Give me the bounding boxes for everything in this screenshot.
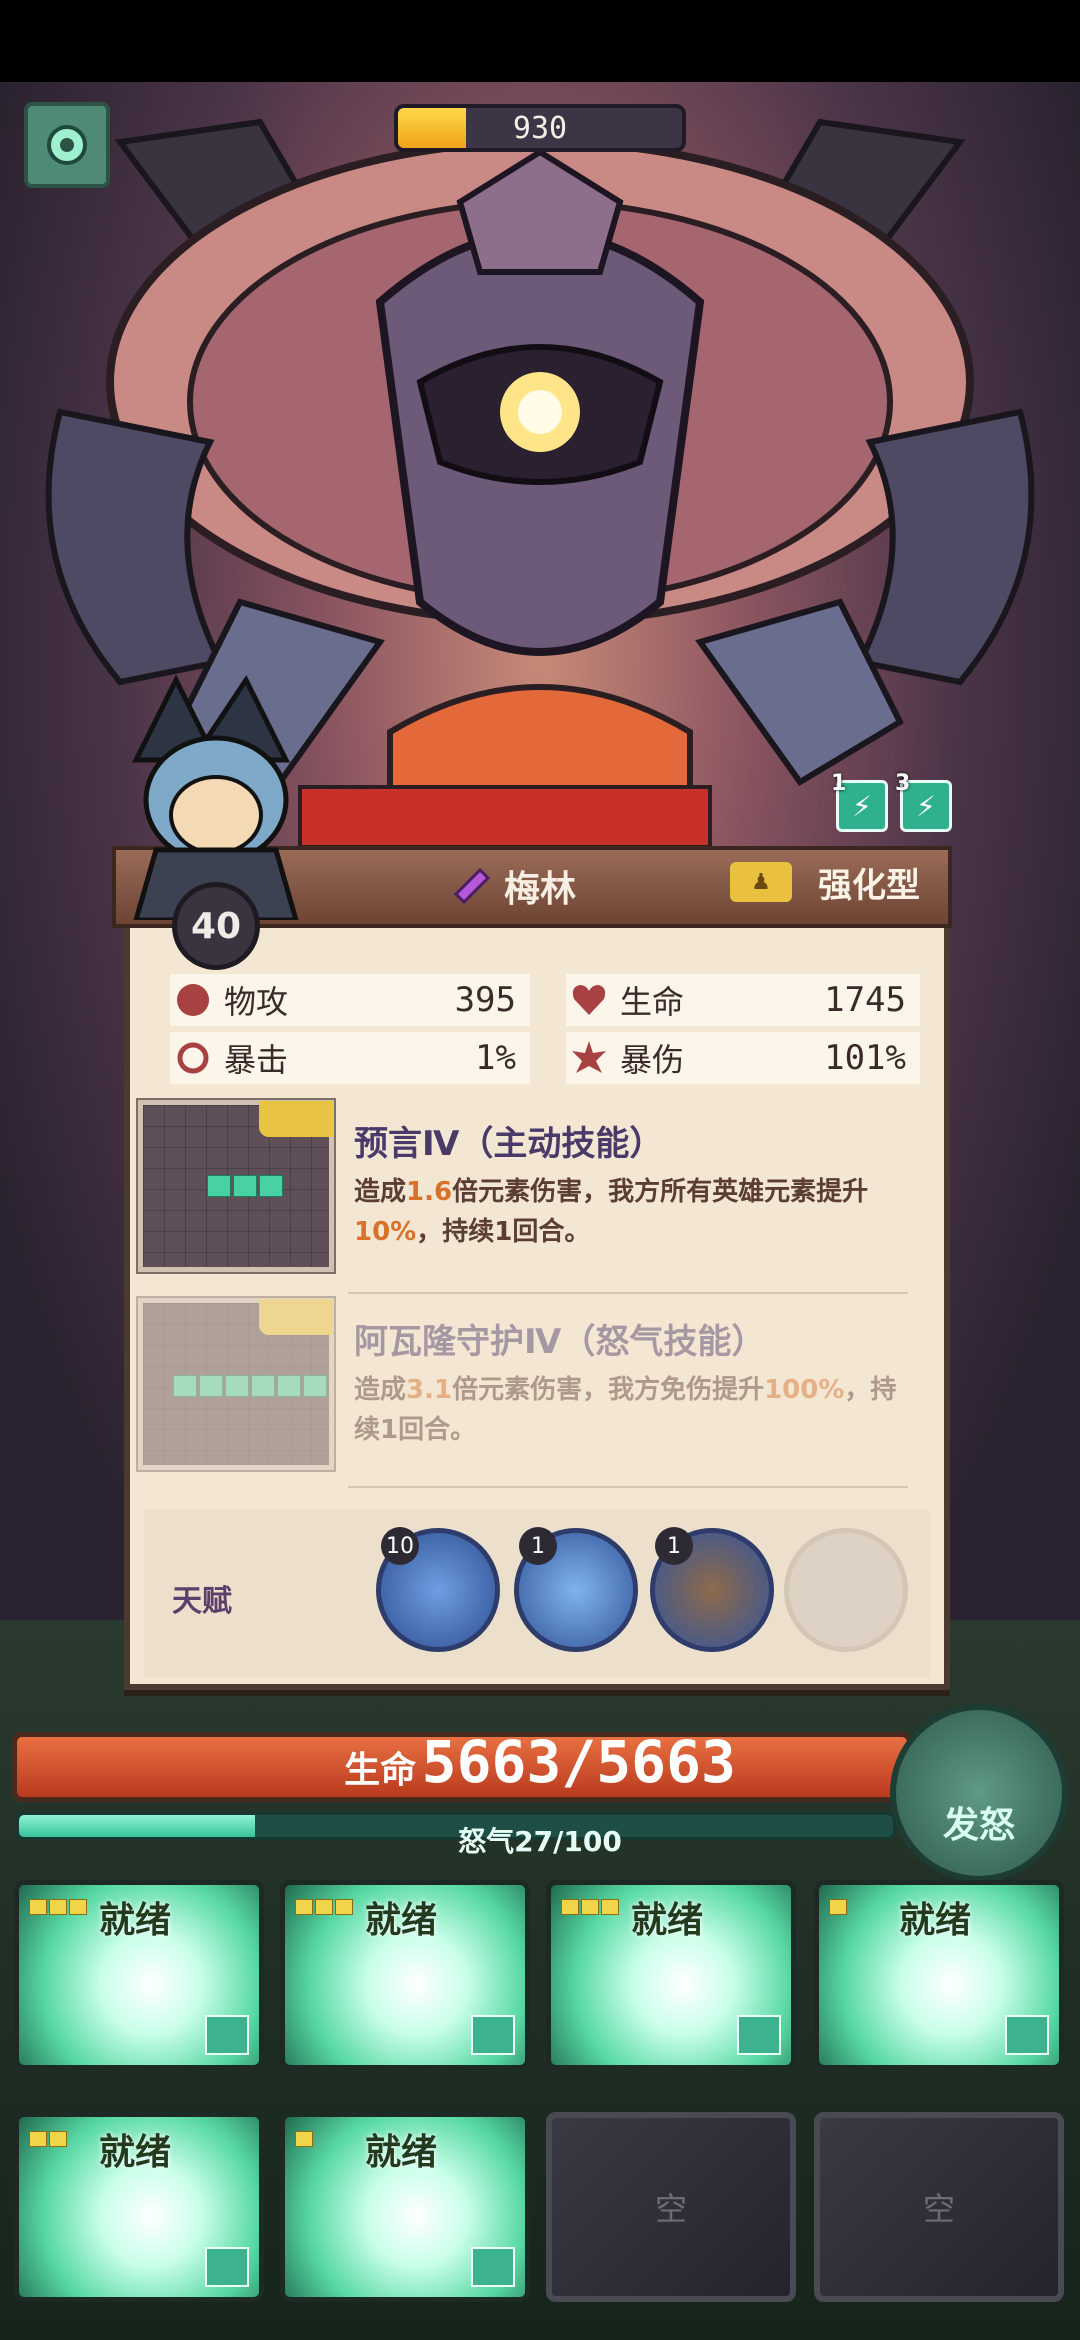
slot-shape-icon [29,2131,67,2147]
skill-icon [205,2247,249,2287]
stat-label: 物攻 [224,983,289,1021]
skill-2-thumbnail[interactable] [136,1296,336,1472]
desc-highlight: 10% [354,1217,417,1247]
boss-hp-bar: 930 [394,104,686,152]
boss-hp-value: 930 [512,110,568,146]
slot-shape-icon [295,1899,353,1915]
desc-highlight: 1.6 [406,1177,453,1207]
stat-value: 1% [475,1038,516,1078]
desc-text: 倍元素伤害，我方免伤提升 [452,1375,765,1405]
skill-icon [205,2015,249,2055]
desc-highlight: 100% [764,1375,845,1405]
skill-tag-icon [259,1101,333,1137]
skill-1-description: 造成1.6倍元素伤害，我方所有英雄元素提升 10%，持续1回合。 [354,1172,914,1252]
slot-status: 就绪 [365,2132,438,2173]
talent-count: 10 [381,1527,419,1565]
team-icon: ♟ [751,869,771,895]
hero-type-label: 强化型 [818,866,920,906]
gear-icon [47,125,87,165]
desc-highlight: 3.1 [406,1375,453,1405]
skill-block-shape [207,1175,283,1197]
talent-empty-slot[interactable] [784,1528,908,1652]
slot-status: 就绪 [899,1900,972,1941]
skill-1-title: 预言Ⅳ（主动技能） [354,1124,664,1164]
desc-text: ，持续1回合。 [416,1217,591,1247]
rage-button-label: 发怒 [942,1805,1015,1846]
buff-icon[interactable]: 3 ⚡ [895,771,952,832]
element-icon [453,867,491,905]
skill-2-title: 阿瓦隆守护Ⅳ（怒气技能） [354,1322,766,1362]
slot-shape-icon [829,1899,847,1915]
hero-name-text: 梅林 [504,869,577,910]
slot-shape-icon [295,2131,313,2147]
hero-name: 梅林 [450,856,576,916]
hero-slot[interactable]: 就绪 [546,1880,796,2070]
settings-button[interactable] [24,102,110,188]
team-hp-label: 生命 [344,1750,417,1791]
hero-type-icon: ♟ [730,862,792,902]
stat-hp: 生命 1745 [566,974,920,1026]
hero-slot[interactable]: 就绪 [14,2112,264,2302]
skill-divider [348,1292,908,1294]
stat-label: 暴击 [224,1041,289,1079]
slot-status: 就绪 [99,2132,172,2173]
stat-label: 暴伤 [620,1041,685,1079]
buff-count: 1 [831,771,847,796]
talent-count: 1 [655,1527,693,1565]
fist-icon [170,977,216,1023]
lightning-icon: ⚡ [852,789,872,823]
heart-icon [566,977,612,1023]
stat-label: 生命 [620,983,685,1021]
skill-tag-icon [259,1299,333,1335]
lightning-icon: ⚡ [916,789,936,823]
hero-level-badge: 40 [172,882,260,970]
slot-shape-icon [561,1899,619,1915]
slot-status: 空 [922,2190,955,2228]
slot-status: 就绪 [365,1900,438,1941]
stat-value: 101% [824,1038,906,1078]
slot-status: 就绪 [99,1900,172,1941]
crit-icon [170,1035,216,1081]
slot-status: 就绪 [631,1900,704,1941]
empty-hero-slot[interactable]: 空 [546,2112,796,2302]
talent-goblin-icon[interactable]: 1 [514,1527,638,1652]
stat-crit-damage: 暴伤 101% [566,1032,920,1084]
empty-hero-slot[interactable]: 空 [814,2112,1064,2302]
skill-icon [471,2015,515,2055]
hero-slot[interactable]: 就绪 [14,1880,264,2070]
buff-icon[interactable]: 1 ⚡ [831,771,888,832]
skill-2-description: 造成3.1倍元素伤害，我方免伤提升100%，持续1回合。 [354,1370,914,1450]
talent-chest-icon[interactable]: 1 [650,1527,774,1652]
skill-block-shape [173,1375,327,1397]
skill-divider [348,1486,908,1488]
status-bar [0,0,1080,82]
stat-attack: 物攻 395 [170,974,530,1026]
talent-count: 1 [519,1527,557,1565]
hero-slot[interactable]: 就绪 [280,2112,530,2302]
desc-text: 造成 [354,1375,407,1405]
buff-count: 3 [895,771,911,796]
explosion-icon [566,1035,612,1081]
stat-value: 1745 [824,980,906,1020]
slot-shape-icon [29,1899,87,1915]
stat-crit: 暴击 1% [170,1032,530,1084]
desc-text: 倍元素伤害，我方所有英雄元素提升 [452,1177,869,1207]
skill-icon [471,2247,515,2287]
skill-icon [737,2015,781,2055]
hero-slot[interactable]: 就绪 [814,1880,1064,2070]
skill-1-thumbnail[interactable] [136,1098,336,1274]
stat-value: 395 [454,980,516,1020]
rage-button[interactable]: 发怒 [890,1704,1068,1882]
talent-label: 天赋 [172,1584,232,1619]
desc-text: 造成 [354,1177,407,1207]
skill-icon [1005,2015,1049,2055]
slot-status: 空 [654,2190,687,2228]
talent-orb-icon[interactable]: 10 [376,1527,500,1652]
hero-slot[interactable]: 就绪 [280,1880,530,2070]
team-hp-value: 5663/5663 [421,1728,736,1796]
hero-portrait [131,674,299,920]
